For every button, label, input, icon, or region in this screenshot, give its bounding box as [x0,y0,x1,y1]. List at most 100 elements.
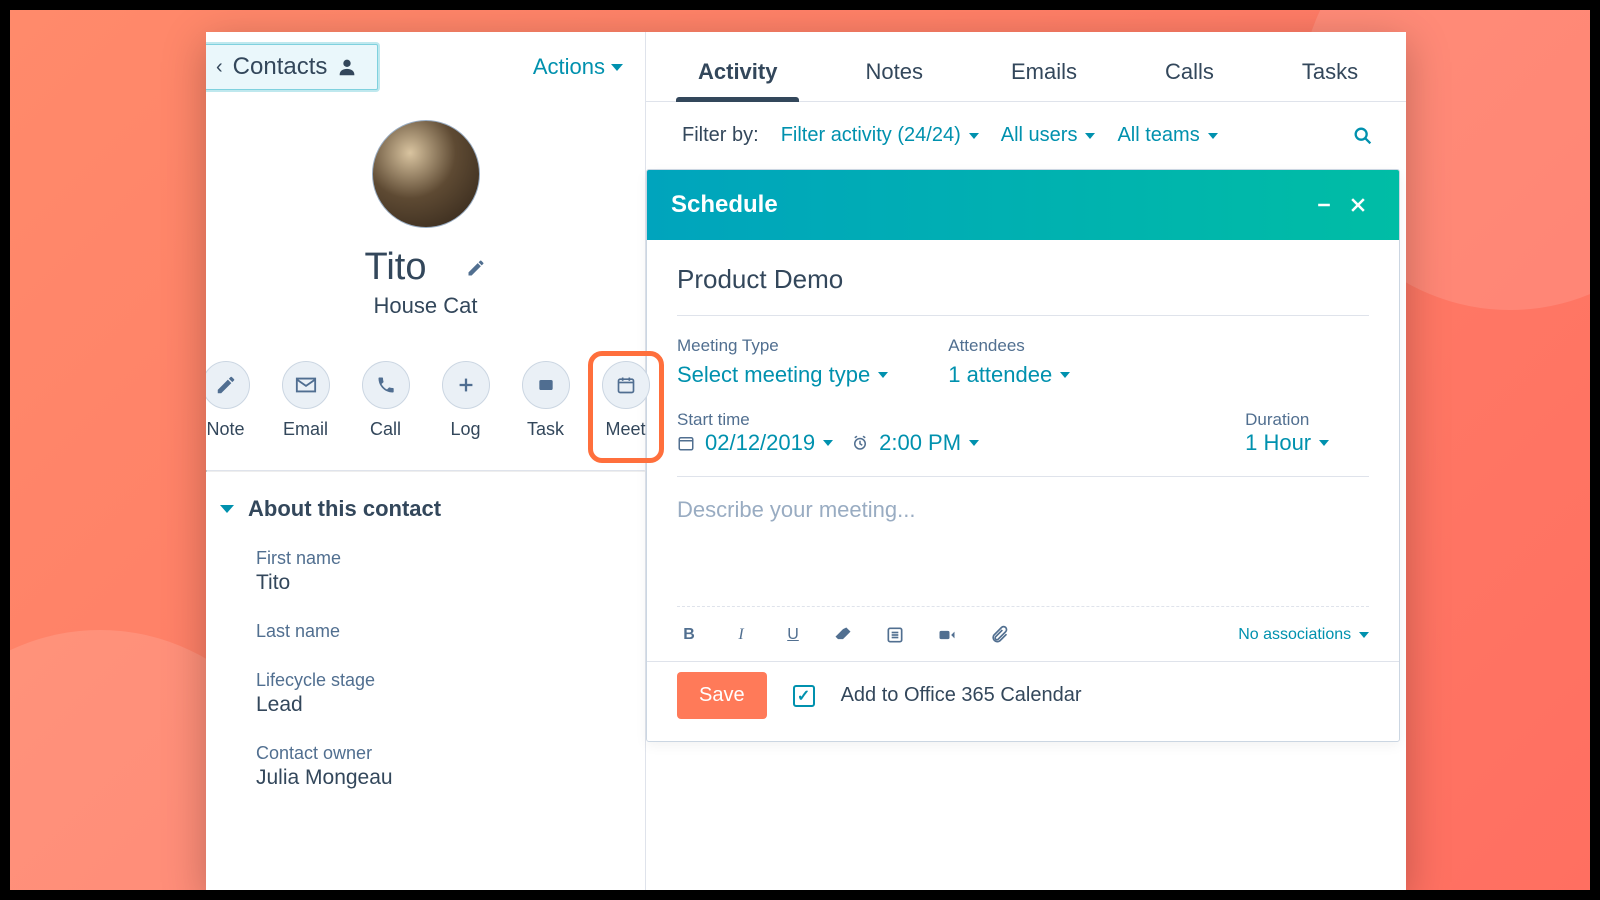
log-button[interactable] [442,361,490,409]
contact-subtitle: House Cat [374,293,478,319]
tab-label: Emails [1011,59,1077,84]
duration-dropdown[interactable]: 1 Hour [1245,430,1329,456]
filter-activity-dropdown[interactable]: Filter activity (24/24) [781,124,979,147]
chevron-down-icon [611,64,623,71]
search-icon[interactable] [1352,125,1374,147]
tab-tasks[interactable]: Tasks [1280,59,1380,101]
associations-dropdown[interactable]: No associations [1238,626,1369,644]
filter-row: Filter by: Filter activity (24/24) All u… [646,102,1406,169]
actions-label: Actions [533,54,605,80]
save-label: Save [699,684,745,706]
video-button[interactable] [937,625,961,645]
tab-activity[interactable]: Activity [676,59,799,101]
filter-teams-label: All teams [1117,124,1199,147]
call-label: Call [370,419,401,440]
tab-label: Tasks [1302,59,1358,84]
attendees-value: 1 attendee [948,362,1052,388]
about-title: About this contact [248,496,441,522]
task-label: Task [527,419,564,440]
back-label: Contacts [233,53,328,81]
contact-owner-value[interactable]: Julia Mongeau [256,766,619,790]
app-window: ‹ Contacts Actions Tito [206,32,1406,890]
quick-actions-row: Note Email Call [206,343,645,470]
tab-calls[interactable]: Calls [1143,59,1236,101]
clock-icon [851,434,869,452]
attendees-dropdown[interactable]: 1 attendee [948,362,1070,388]
first-name-label: First name [256,548,619,569]
tab-label: Activity [698,59,777,84]
bold-button[interactable]: B [677,626,701,644]
left-sidebar: ‹ Contacts Actions Tito [206,32,646,890]
lifecycle-stage-label: Lifecycle stage [256,670,619,691]
tabs-bar: Activity Notes Emails Calls Tasks [646,32,1406,102]
tab-emails[interactable]: Emails [989,59,1099,101]
chevron-down-icon [220,505,234,513]
email-label: Email [283,419,328,440]
editor-toolbar: B I U [677,607,1369,655]
italic-button[interactable]: I [729,626,753,644]
contact-owner-label: Contact owner [256,743,619,764]
pencil-icon[interactable] [466,258,486,278]
calendar-checkbox[interactable]: ✓ [793,685,815,707]
attendees-label: Attendees [948,336,1070,356]
schedule-panel-header: Schedule [647,170,1399,240]
chevron-down-icon [823,440,833,446]
attachment-button[interactable] [989,625,1013,645]
filter-activity-label: Filter activity (24/24) [781,124,961,147]
start-time-label: Start time [677,410,979,430]
close-button[interactable] [1341,188,1375,222]
chevron-down-icon [969,440,979,446]
calendar-icon [677,434,695,452]
underline-button[interactable]: U [781,626,805,644]
call-button[interactable] [362,361,410,409]
last-name-label: Last name [256,621,619,642]
contact-name: Tito [365,246,427,289]
chevron-down-icon [1085,133,1095,139]
email-button[interactable] [282,361,330,409]
schedule-title: Schedule [671,191,778,219]
filter-users-dropdown[interactable]: All users [1001,124,1096,147]
filter-teams-dropdown[interactable]: All teams [1117,124,1217,147]
tab-label: Calls [1165,59,1214,84]
meeting-type-dropdown[interactable]: Select meeting type [677,362,888,388]
start-time-dropdown[interactable]: 2:00 PM [879,430,979,456]
eraser-button[interactable] [833,625,857,645]
schedule-panel: Schedule Product Demo Mee [646,169,1400,742]
note-button[interactable] [206,361,250,409]
lifecycle-stage-value[interactable]: Lead [256,693,619,717]
associations-label: No associations [1238,626,1351,644]
chevron-down-icon [878,372,888,378]
chevron-left-icon: ‹ [216,56,223,79]
chevron-down-icon [1319,440,1329,446]
duration-label: Duration [1245,410,1329,430]
minimize-button[interactable] [1307,188,1341,222]
filter-users-label: All users [1001,124,1078,147]
main-content: Activity Notes Emails Calls Tasks Filter… [646,32,1406,890]
chevron-down-icon [1208,133,1218,139]
back-to-contacts-button[interactable]: ‹ Contacts [206,44,378,90]
duration-value: 1 Hour [1245,430,1311,456]
filter-by-label: Filter by: [682,124,759,147]
start-date-dropdown[interactable]: 02/12/2019 [705,430,833,456]
start-time-value: 2:00 PM [879,430,961,456]
actions-dropdown[interactable]: Actions [533,54,623,80]
description-input[interactable]: Describe your meeting... [677,477,1369,607]
chevron-down-icon [1359,632,1369,638]
about-section-toggle[interactable]: About this contact [220,496,619,522]
list-button[interactable] [885,625,909,645]
tab-notes[interactable]: Notes [843,59,944,101]
schedule-footer: Save ✓ Add to Office 365 Calendar [647,661,1399,741]
avatar[interactable] [372,120,480,228]
save-button[interactable]: Save [677,672,767,719]
log-label: Log [450,419,480,440]
chevron-down-icon [969,133,979,139]
start-date-value: 02/12/2019 [705,430,815,456]
meeting-type-label: Meeting Type [677,336,888,356]
first-name-value[interactable]: Tito [256,571,619,595]
person-icon [333,53,361,81]
tab-label: Notes [865,59,922,84]
task-button[interactable] [522,361,570,409]
highlight-box [588,351,664,463]
meeting-title-input[interactable]: Product Demo [677,264,1369,316]
note-label: Note [206,419,244,440]
